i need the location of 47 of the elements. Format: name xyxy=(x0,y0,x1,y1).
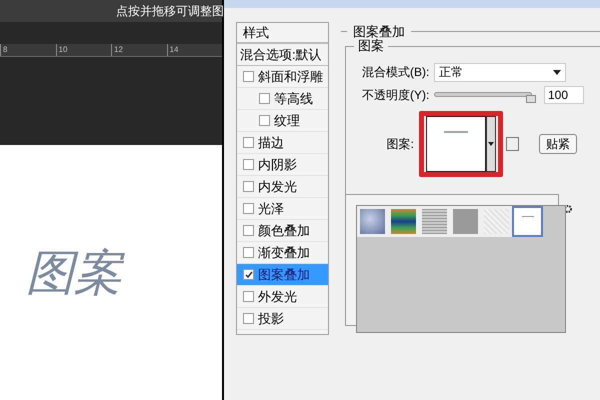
opacity-slider-thumb[interactable] xyxy=(526,95,536,103)
checkbox[interactable] xyxy=(243,225,254,236)
ruler-number: 8 xyxy=(0,44,56,56)
effect-label: 渐变叠加 xyxy=(258,244,310,262)
pattern-dropdown-button[interactable] xyxy=(486,116,496,172)
effect-label: 斜面和浮雕 xyxy=(258,68,323,86)
tooltip-text: 点按并拖移可调整图 xyxy=(116,3,224,20)
effect-label: 图案叠加 xyxy=(258,266,310,284)
caret-icon xyxy=(553,70,561,74)
pattern-label: 图案: xyxy=(386,136,415,152)
opacity-input[interactable]: 100 xyxy=(544,86,584,104)
checkbox[interactable] xyxy=(243,181,254,192)
effect-label: 内发光 xyxy=(258,178,297,196)
effect-label: 光泽 xyxy=(258,200,284,218)
section-title: 图案叠加 xyxy=(353,23,405,39)
checkbox[interactable] xyxy=(259,115,270,126)
checkbox[interactable] xyxy=(243,137,254,148)
checkbox[interactable] xyxy=(243,71,254,82)
effect-item[interactable]: 图案叠加 xyxy=(237,264,328,286)
checkbox[interactable] xyxy=(243,313,254,324)
checkbox[interactable] xyxy=(243,203,254,214)
styles-header: 样式 xyxy=(237,23,328,44)
effect-label: 外发光 xyxy=(258,288,297,306)
effect-label: 纹理 xyxy=(274,112,300,130)
ruler-number: 14 xyxy=(166,44,222,56)
opacity-label: 不透明度(Y): xyxy=(362,86,430,104)
effect-label: 描边 xyxy=(258,134,284,152)
blend-mode-label: 混合模式(B): xyxy=(362,64,430,81)
blend-mode-dropdown[interactable]: 正常 xyxy=(434,62,566,82)
caret-icon xyxy=(488,142,494,146)
effect-label: 颜色叠加 xyxy=(258,222,310,240)
pattern-swatch[interactable] xyxy=(426,116,486,172)
gear-icon[interactable] xyxy=(563,204,573,214)
effect-label: 内阴影 xyxy=(258,156,297,174)
new-preset-button[interactable] xyxy=(506,136,519,150)
checkbox[interactable] xyxy=(259,93,270,104)
checkbox[interactable] xyxy=(243,269,254,280)
effect-label: 等高线 xyxy=(274,90,313,108)
checkbox[interactable] xyxy=(243,247,254,258)
effect-label: 投影 xyxy=(258,310,284,328)
snap-button[interactable]: 贴紧 xyxy=(539,134,577,154)
ruler-number: 10 xyxy=(56,44,111,56)
checkbox[interactable] xyxy=(243,159,254,170)
pattern-thumbnail[interactable] xyxy=(512,206,543,236)
group-title: 图案 xyxy=(354,38,388,54)
ruler-number: 12 xyxy=(111,44,166,56)
checkbox[interactable] xyxy=(243,291,254,302)
